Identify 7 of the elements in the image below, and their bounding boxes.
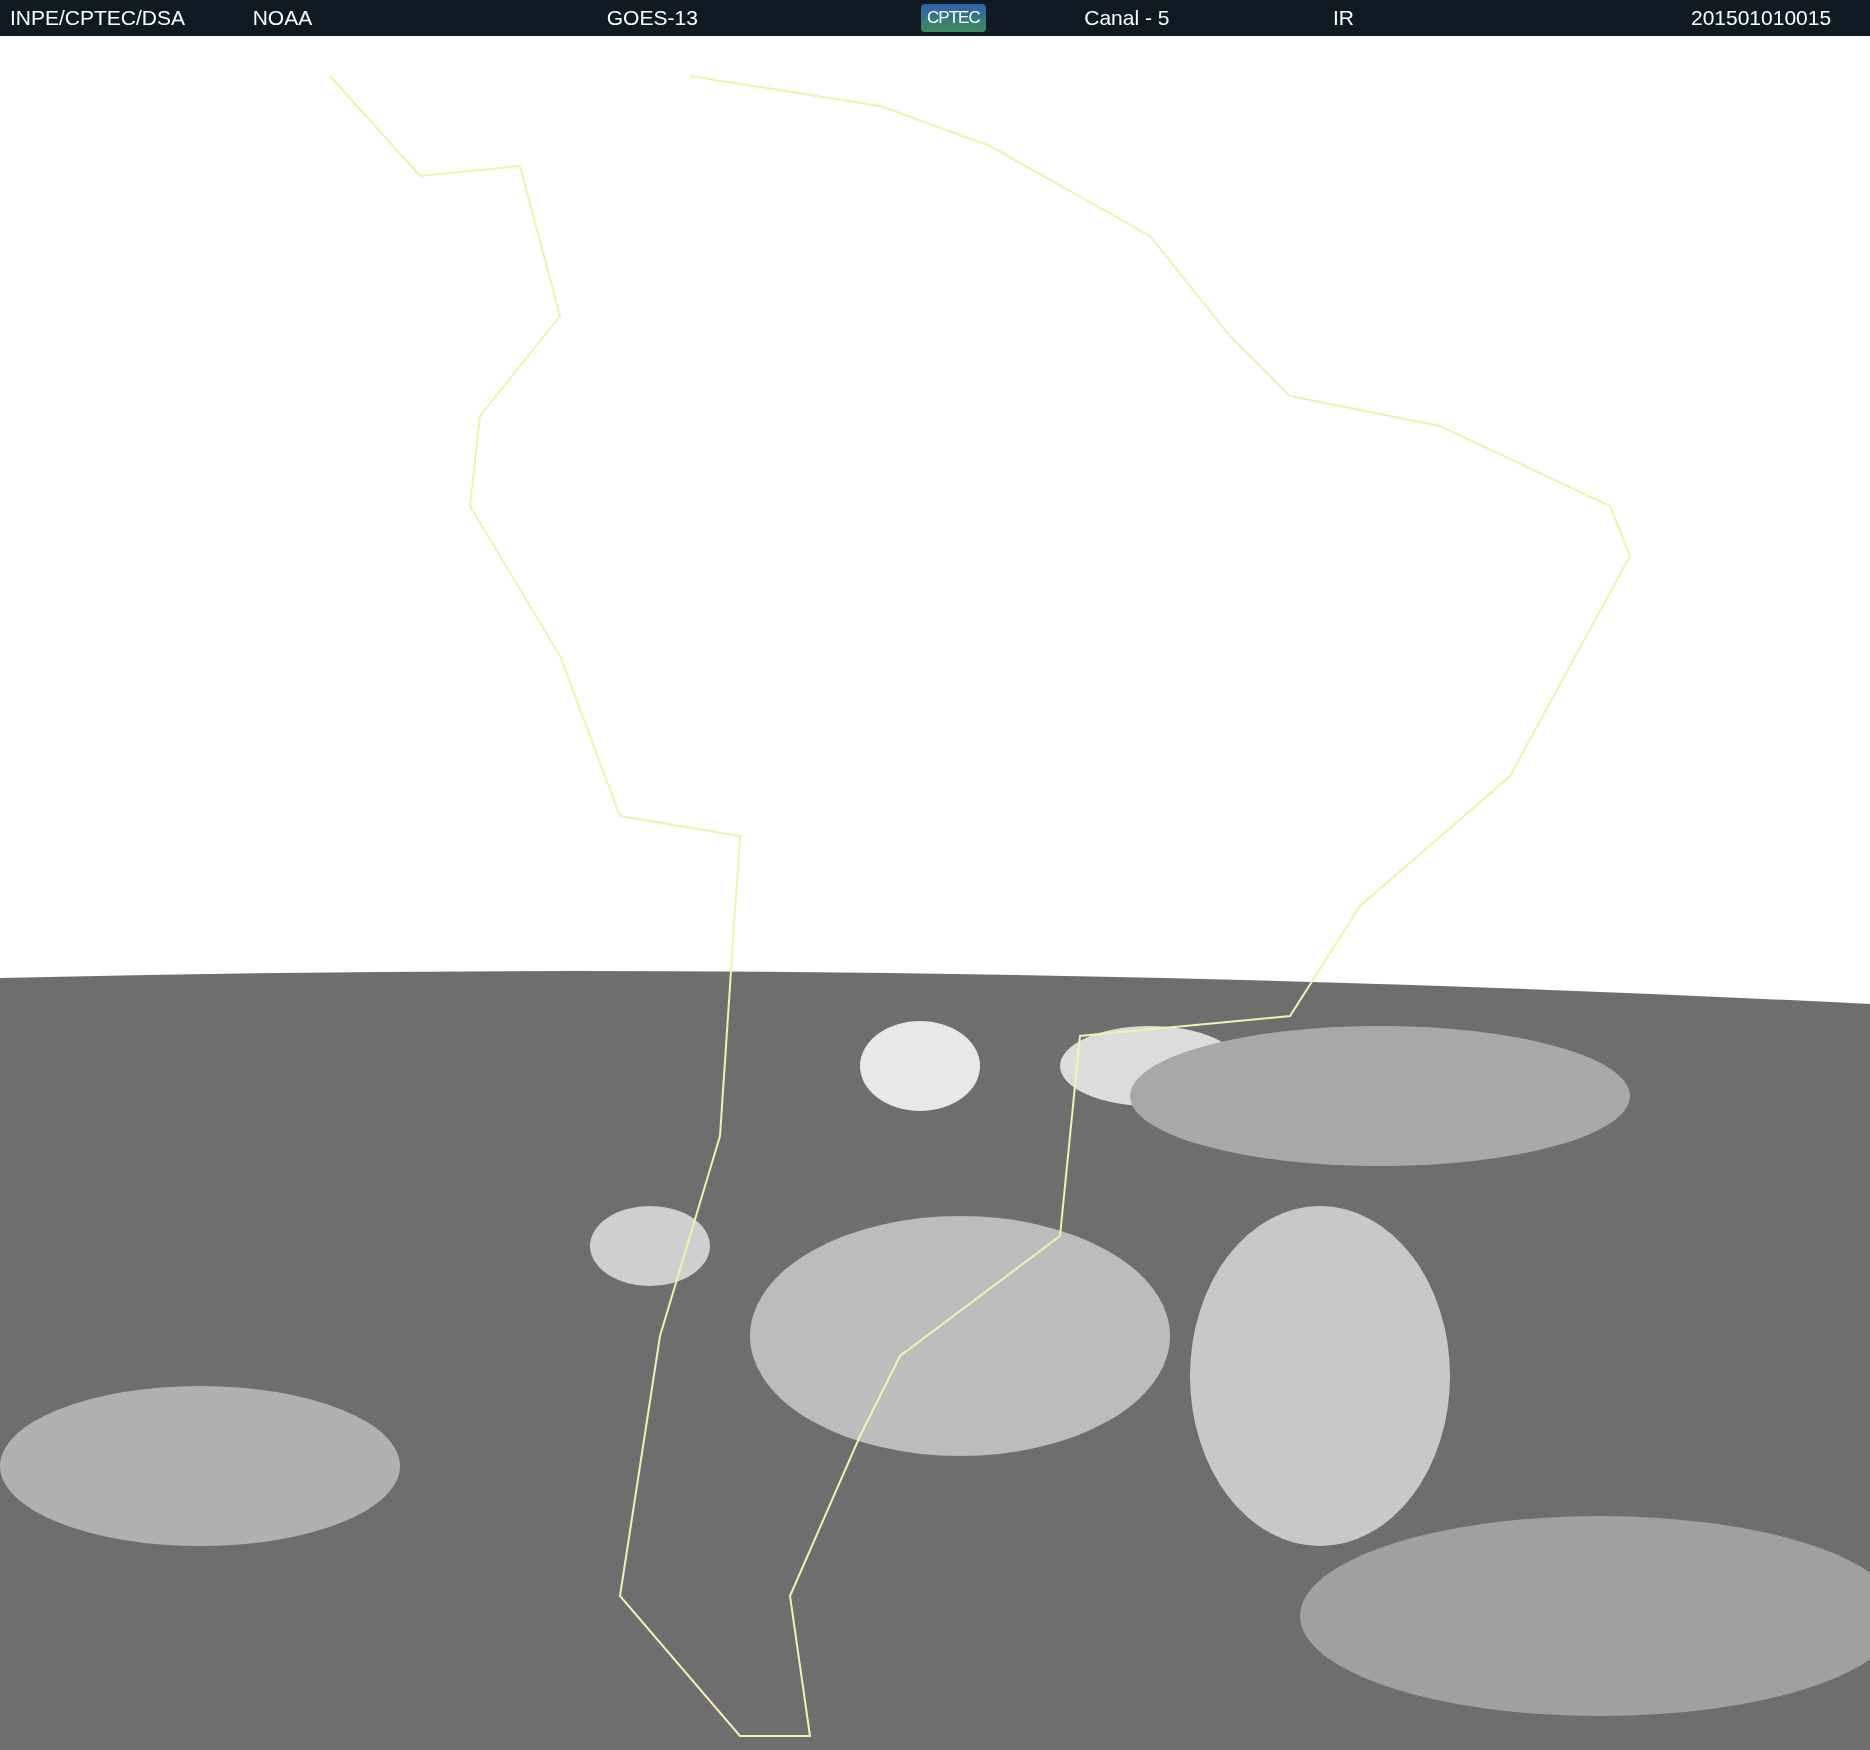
header-label: IR xyxy=(1332,6,1354,30)
header-label: INPE/CPTEC/DSA xyxy=(10,6,186,30)
logo-badge: CPTEC xyxy=(921,4,986,32)
header-label: NOAA xyxy=(252,6,313,30)
header-label: 201501010015 xyxy=(1690,6,1832,30)
header-label: GOES-13 xyxy=(606,6,698,30)
header-label: Canal - 5 xyxy=(1084,6,1170,30)
